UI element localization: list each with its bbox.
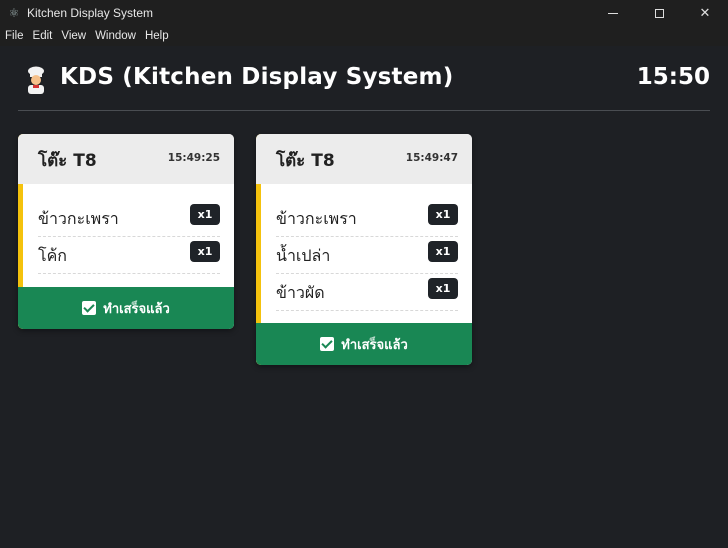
item-name: น้ำเปล่า: [276, 246, 331, 265]
item-name: ข้าวกะเพรา: [38, 209, 119, 228]
menu-file[interactable]: File: [5, 30, 24, 42]
order-item: โค้ก x1: [38, 237, 220, 274]
order-card: โต๊ะ T8 15:49:25 ข้าวกะเพรา x1 โค้ก x1 ท…: [18, 134, 234, 329]
window-controls: ✕: [590, 0, 728, 26]
maximize-button[interactable]: [636, 0, 682, 26]
header-divider: [18, 110, 710, 111]
mark-done-label: ทำเสร็จแล้ว: [341, 337, 408, 353]
order-time: 15:49:47: [405, 152, 458, 164]
page-title: KDS (Kitchen Display System): [60, 64, 454, 90]
item-qty-badge: x1: [428, 278, 458, 299]
mark-done-button[interactable]: ทำเสร็จแล้ว: [256, 323, 472, 365]
close-button[interactable]: ✕: [682, 0, 728, 26]
order-item: ข้าวกะเพรา x1: [276, 200, 458, 237]
chef-icon: [28, 66, 44, 94]
menu-view[interactable]: View: [61, 30, 86, 42]
order-items: ข้าวกะเพรา x1 น้ำเปล่า x1 ข้าวผัด x1: [256, 184, 472, 311]
item-qty-badge: x1: [428, 204, 458, 225]
menu-help[interactable]: Help: [145, 30, 169, 42]
item-qty-badge: x1: [190, 241, 220, 262]
menu-edit[interactable]: Edit: [33, 30, 53, 42]
item-qty-badge: x1: [428, 241, 458, 262]
table-name: โต๊ะ T8: [38, 151, 97, 171]
maximize-icon: [654, 8, 664, 18]
window-titlebar: ⚛ Kitchen Display System ✕: [0, 0, 728, 26]
menu-window[interactable]: Window: [95, 30, 136, 42]
order-item: ข้าวกะเพรา x1: [38, 200, 220, 237]
item-name: ข้าวกะเพรา: [276, 209, 357, 228]
order-card: โต๊ะ T8 15:49:47 ข้าวกะเพรา x1 น้ำเปล่า …: [256, 134, 472, 365]
item-qty-badge: x1: [190, 204, 220, 225]
minimize-icon: [608, 12, 618, 14]
app-icon: ⚛: [8, 6, 20, 20]
card-header: โต๊ะ T8 15:49:25: [18, 134, 234, 184]
card-header: โต๊ะ T8 15:49:47: [256, 134, 472, 184]
mark-done-button[interactable]: ทำเสร็จแล้ว: [18, 287, 234, 329]
close-icon: ✕: [699, 5, 711, 21]
check-icon: [82, 301, 97, 315]
check-icon: [320, 337, 335, 351]
order-time: 15:49:25: [167, 152, 220, 164]
item-name: ข้าวผัด: [276, 283, 325, 302]
current-time: 15:50: [636, 64, 710, 90]
order-item: ข้าวผัด x1: [276, 274, 458, 311]
menu-bar: File Edit View Window Help: [0, 26, 728, 46]
window-title: Kitchen Display System: [27, 6, 154, 20]
minimize-button[interactable]: [590, 0, 636, 26]
item-name: โค้ก: [38, 246, 67, 265]
order-item: น้ำเปล่า x1: [276, 237, 458, 274]
order-items: ข้าวกะเพรา x1 โค้ก x1: [18, 184, 234, 274]
mark-done-label: ทำเสร็จแล้ว: [103, 301, 170, 317]
page-header: KDS (Kitchen Display System) 15:50: [18, 62, 710, 98]
table-name: โต๊ะ T8: [276, 151, 335, 171]
